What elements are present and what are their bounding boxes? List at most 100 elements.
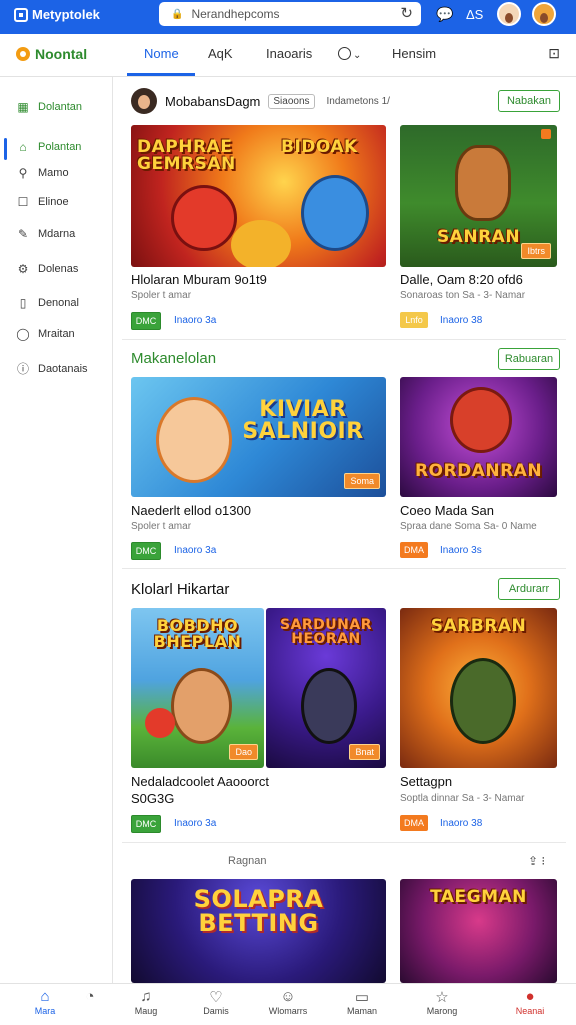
thumbnail-title: BOBDHO BHEPLAN (153, 616, 242, 651)
tab-favorites[interactable]: ♡ Damis (186, 988, 246, 1016)
user-chip[interactable]: Siaoons (268, 93, 315, 109)
bottom-tab-bar: ⌂ Mara ◔ ♫ Maug ♡ Damis ☺ Wlomarrs ▭ Mam… (0, 983, 576, 1025)
user-icon: ● (525, 988, 535, 1005)
account-avatar[interactable] (532, 2, 556, 26)
tab-profile[interactable]: ● Neanai (500, 988, 560, 1016)
section-divider (122, 842, 566, 843)
grid-icon: ▦ (17, 100, 29, 114)
thumbnail-title: KIVIAR SALNIOIR (242, 397, 364, 444)
tab-fifth[interactable]: Hensim (392, 46, 436, 61)
game-thumbnail[interactable]: TAEGMAN (400, 879, 557, 983)
thumbnail-title: TAEGMAN (430, 887, 527, 907)
status-text[interactable]: ΔS (466, 7, 483, 22)
sidebar-item-label: Elinoe (38, 196, 69, 208)
sidebar-item-mdarna[interactable]: ✎ Mdarna (16, 227, 75, 241)
card-tag: DMC (131, 312, 161, 330)
sidebar-item-dolantan[interactable]: ▦ Dolantan (16, 100, 82, 114)
tab-third[interactable]: Inaoaris (266, 46, 312, 61)
tab-documents[interactable]: ▭ Maman (332, 988, 392, 1016)
tab-label: Maman (346, 1006, 377, 1016)
game-thumbnail[interactable]: SARBRAN (400, 608, 557, 768)
card-title[interactable]: Naederlt ellod o1300 (131, 503, 251, 518)
browser-toolbar: Metyptolek 🔒 Nerandhepcoms ↻ 💬 ΔS (0, 0, 576, 34)
sidebar-item-dolenas[interactable]: ⚙ Dolenas (16, 262, 79, 276)
user-row: MobabansDagm Siaoons Indametons 1/ (131, 88, 390, 114)
search-icon: ⚲ (18, 166, 28, 180)
game-thumbnail[interactable]: RORDANRAN (400, 377, 557, 497)
thumbnail-title: RORDANRAN (414, 461, 543, 481)
tab-games[interactable]: ☺ Wlomarrs (258, 988, 318, 1016)
sidebar-active-indicator (4, 138, 7, 160)
reload-icon[interactable]: ↻ (400, 4, 413, 22)
tab-label: Wlomarrs (268, 1006, 308, 1016)
sidebar-item-daotanais[interactable]: ⓘ Daotanais (16, 360, 88, 377)
thumbnail-title: BIDOAK (281, 137, 358, 157)
tab-rewards[interactable]: ☆ Marong (412, 988, 472, 1016)
tab-label: Maug (134, 1006, 158, 1016)
game-thumbnail[interactable]: KIVIAR SALNIOIR Soma (131, 377, 386, 497)
card-title[interactable]: Coeo Mada San (400, 503, 494, 518)
follow-button[interactable]: Nabakan (498, 90, 560, 112)
sidebar-item-polantan[interactable]: ⌂ Polantan (16, 140, 81, 154)
character-icon (301, 175, 369, 251)
thumbnail-badge: Bnat (349, 744, 380, 760)
sidebar-item-elinoe[interactable]: ☐ Elinoe (16, 195, 69, 209)
brand-label: Metyptolek (32, 7, 100, 22)
tab-history[interactable]: ◔ (60, 988, 120, 1006)
box-icon: ☐ (17, 195, 29, 209)
tab-search[interactable]: ⌄ (338, 46, 361, 61)
game-thumbnail[interactable]: BOBDHO BHEPLAN Dao (131, 608, 264, 768)
sidebar-item-label: Daotanais (38, 362, 88, 375)
game-thumbnail[interactable]: SANRAN Ibtrs (400, 125, 557, 267)
sidebar-item-denonal[interactable]: ▯ Denonal (16, 296, 79, 310)
section-label: Ragnan (228, 855, 267, 867)
tab-home[interactable]: Nome (144, 46, 179, 61)
section-button[interactable]: Rabuaran (498, 348, 560, 370)
doc-icon: ▭ (354, 989, 370, 1006)
section-title: Makanelolan (131, 350, 217, 367)
chat-icon[interactable]: 💬 (436, 6, 453, 23)
expand-icon[interactable]: ⊡ (548, 45, 560, 62)
user-name[interactable]: MobabansDagm (165, 94, 260, 109)
game-thumbnail[interactable]: SARDUNAR HEORAN Bnat (266, 608, 386, 768)
user-avatar[interactable] (131, 88, 157, 114)
star-icon: ☆ (435, 989, 449, 1006)
sidebar-item-mraitan[interactable]: ◯ Mraitan (16, 327, 74, 341)
close-icon[interactable] (541, 129, 551, 139)
card-link[interactable]: Inaoro 3a (174, 818, 216, 829)
clock-icon: ◔ (85, 988, 95, 1005)
url-bar[interactable]: 🔒 Nerandhepcoms ↻ (159, 2, 421, 26)
smile-icon: ☺ (280, 988, 296, 1005)
browser-brand[interactable]: Metyptolek (14, 7, 100, 22)
card-subtitle: Spraa dane Soma Sa- 0 Name (400, 521, 537, 532)
pen-icon: ✎ (17, 227, 29, 241)
card-title[interactable]: Hlolaran Mburam 9o1t9 (131, 272, 267, 287)
section-button[interactable]: Ardurarr (498, 578, 560, 600)
tab-label: Neanai (515, 1006, 545, 1016)
card-link[interactable]: Inaoro 38 (440, 818, 482, 829)
card-tag: DMA (400, 542, 428, 558)
game-thumbnail[interactable]: DAPHRAE GEMRSAN BIDOAK (131, 125, 386, 267)
card-title[interactable]: Dalle, Oam 8:20 ofd6 (400, 272, 523, 287)
game-thumbnail[interactable]: SOLAPRA BETTING (131, 879, 386, 983)
card-link[interactable]: Inaoro 3s (440, 545, 482, 556)
url-text: Nerandhepcoms (191, 7, 280, 21)
sidebar-item-mamo[interactable]: ⚲ Mamo (16, 166, 69, 180)
card-link[interactable]: Inaoro 3a (174, 315, 216, 326)
app-logo[interactable]: Noontal (16, 46, 87, 62)
character-icon (450, 387, 512, 453)
card-link[interactable]: Inaoro 3a (174, 545, 216, 556)
card-title[interactable]: Settagpn (400, 774, 452, 789)
card-subtitle: Soptla dinnar Sa - 3- Namar (400, 793, 525, 804)
home-icon: ⌂ (19, 140, 27, 154)
character-icon (455, 145, 511, 221)
tab-notifications[interactable]: ♫ Maug (116, 988, 176, 1016)
share-icon[interactable]: ⇪ ⁝ (528, 854, 545, 868)
heart-icon: ♡ (209, 989, 223, 1006)
thumbnail-title: SOLAPRA BETTING (193, 885, 324, 937)
card-link[interactable]: Inaoro 38 (440, 315, 482, 326)
card-title[interactable]: Nedaladcoolet Aaooorct (131, 774, 269, 789)
tab-second[interactable]: AqK (208, 46, 233, 61)
profile-avatar[interactable] (497, 2, 521, 26)
thumbnail-badge: Ibtrs (521, 243, 551, 259)
